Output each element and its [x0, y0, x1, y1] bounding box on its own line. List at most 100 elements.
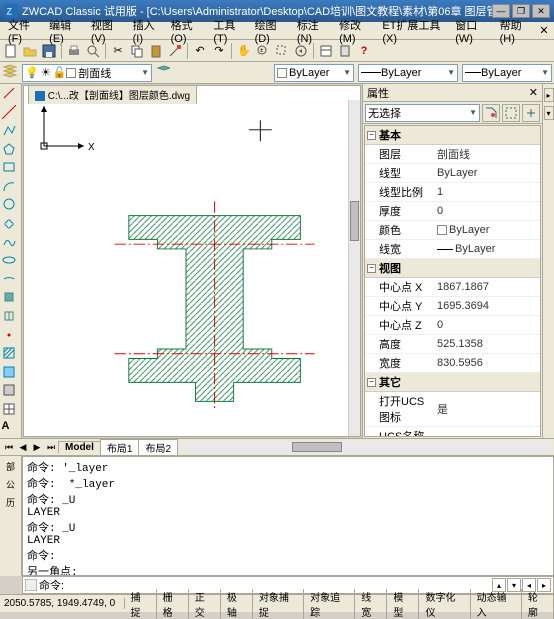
menu-tools[interactable]: 工具(T) [209, 17, 248, 45]
layer-manager-icon[interactable] [2, 63, 18, 82]
status-otrack[interactable]: 对象追踪 [304, 589, 355, 619]
region-icon[interactable] [2, 383, 20, 401]
palette-menu-icon[interactable]: ▾ [544, 106, 554, 120]
selection-combo[interactable]: 无选择 ▼ [365, 104, 480, 122]
zoom-rt-icon[interactable]: ± [254, 42, 272, 60]
tab-nav-next-icon[interactable]: ▶ [30, 442, 44, 453]
spline-icon[interactable] [2, 235, 20, 253]
cmd-btn-1[interactable]: 部 [3, 458, 19, 474]
palette-auto-hide-icon[interactable]: ▸ [544, 88, 554, 102]
zoom-window-icon[interactable] [273, 42, 291, 60]
horizontal-scrollbar[interactable] [181, 441, 552, 453]
status-dyn[interactable]: 动态输入 [471, 589, 522, 619]
menu-insert[interactable]: 插入(I) [129, 17, 165, 45]
status-polar[interactable]: 极轴 [221, 589, 253, 619]
doc-close-icon[interactable]: ✕ [538, 24, 550, 37]
mtext-icon[interactable]: A [2, 420, 20, 438]
prop-group-view[interactable]: −视图 [365, 259, 540, 278]
help-icon[interactable]: ? [355, 42, 373, 60]
revcloud-icon[interactable] [2, 216, 20, 234]
ellipse-icon[interactable] [2, 253, 20, 271]
canvas-area[interactable]: X Y [24, 100, 348, 436]
new-icon[interactable] [2, 42, 20, 60]
status-tablet[interactable]: 数字化仪 [419, 589, 470, 619]
layer-combo[interactable]: 💡 ☀ 🔓 剖面线 ▼ [22, 64, 152, 82]
copy-icon[interactable] [128, 42, 146, 60]
menu-view[interactable]: 视图(V) [87, 17, 127, 45]
color-combo[interactable]: ByLayer ▼ [274, 64, 354, 82]
cut-icon[interactable]: ✂ [109, 42, 127, 60]
tab-nav-first-icon[interactable]: ⏮ [2, 442, 16, 453]
linetype-combo[interactable]: ByLayer ▼ [358, 64, 458, 82]
tab-nav-last-icon[interactable]: ⏭ [44, 442, 58, 453]
redo-icon[interactable]: ↷ [210, 42, 228, 60]
prop-group-basic[interactable]: −基本 [365, 126, 540, 145]
hatch-icon[interactable] [2, 346, 20, 364]
status-osnap[interactable]: 对象捕捉 [253, 589, 304, 619]
menu-window[interactable]: 窗口(W) [451, 17, 493, 45]
properties-icon[interactable] [317, 42, 335, 60]
save-icon[interactable] [40, 42, 58, 60]
drawing-tab[interactable]: C:\...改【剖面线】图层颜色.dwg [28, 85, 197, 104]
status-grid[interactable]: 栅格 [157, 589, 189, 619]
properties-body[interactable]: −基本 图层剖面线 线型ByLayer 线型比例1 厚度0 颜色ByLayer … [364, 125, 541, 437]
vertical-scrollbar[interactable] [348, 100, 360, 436]
gradient-icon[interactable] [2, 365, 20, 383]
circle-icon[interactable] [2, 197, 20, 215]
rectangle-icon[interactable] [2, 160, 20, 178]
menu-draw[interactable]: 绘图(D) [251, 17, 291, 45]
toggle-pickadd-icon[interactable] [522, 104, 540, 122]
menu-format[interactable]: 格式(O) [167, 17, 208, 45]
collapse-icon[interactable]: − [367, 264, 376, 273]
undo-icon[interactable]: ↶ [191, 42, 209, 60]
menu-file[interactable]: 文件(F) [4, 17, 43, 45]
layer-prev-icon[interactable] [156, 64, 170, 81]
lineweight-combo[interactable]: ByLayer ▼ [462, 64, 552, 82]
cmd-btn-3[interactable]: 历 [3, 494, 19, 510]
cmd-btn-2[interactable]: 公 [3, 476, 19, 492]
ellipse-arc-icon[interactable] [2, 272, 20, 290]
preview-icon[interactable] [84, 42, 102, 60]
menu-edit[interactable]: 编辑(E) [45, 17, 85, 45]
line-icon[interactable] [2, 86, 20, 104]
pan-icon[interactable]: ✋ [235, 42, 253, 60]
menu-modify[interactable]: 修改(M) [335, 17, 376, 45]
scrollbar-thumb[interactable] [292, 442, 342, 452]
insert-block-icon[interactable] [2, 290, 20, 308]
calc-icon[interactable] [336, 42, 354, 60]
coordinates[interactable]: 2050.5785, 1949.4749, 0 [0, 598, 125, 609]
pline-icon[interactable] [2, 123, 20, 141]
menu-et[interactable]: ET扩展工具(X) [378, 17, 449, 45]
collapse-icon[interactable]: − [367, 131, 376, 140]
status-model[interactable]: 模型 [387, 589, 419, 619]
tab-nav-prev-icon[interactable]: ◀ [16, 442, 30, 453]
point-icon[interactable] [2, 328, 20, 346]
match-icon[interactable] [166, 42, 184, 60]
xline-icon[interactable] [2, 105, 20, 123]
print-icon[interactable] [65, 42, 83, 60]
make-block-icon[interactable] [2, 309, 20, 327]
status-snap[interactable]: 捕捉 [125, 589, 157, 619]
select-objects-icon[interactable] [502, 104, 520, 122]
prop-group-misc[interactable]: −其它 [365, 373, 540, 392]
open-icon[interactable] [21, 42, 39, 60]
tab-layout1[interactable]: 布局1 [100, 439, 140, 455]
status-lwt[interactable]: 线宽 [355, 589, 387, 619]
tab-layout2[interactable]: 布局2 [138, 439, 178, 455]
zoom-prev-icon[interactable] [292, 42, 310, 60]
palette-close-icon[interactable]: ✕ [529, 86, 538, 99]
status-ortho[interactable]: 正交 [189, 589, 221, 619]
arc-icon[interactable] [2, 179, 20, 197]
menu-dim[interactable]: 标注(N) [293, 17, 333, 45]
scrollbar-thumb[interactable] [350, 201, 359, 241]
collapse-icon[interactable]: − [367, 378, 376, 387]
paste-icon[interactable] [147, 42, 165, 60]
status-cycle[interactable]: 轮廓 [522, 589, 554, 619]
tab-model[interactable]: Model [58, 441, 101, 453]
menu-help[interactable]: 帮助(H) [496, 17, 536, 45]
drawing-canvas[interactable]: C:\...改【剖面线】图层颜色.dwg [23, 85, 361, 437]
command-log[interactable]: 命令: '_layer 命令: *_layer 命令: _U LAYER 命令:… [22, 456, 554, 576]
table-icon[interactable] [2, 402, 20, 420]
polygon-icon[interactable] [2, 142, 20, 160]
quick-select-icon[interactable] [482, 104, 500, 122]
